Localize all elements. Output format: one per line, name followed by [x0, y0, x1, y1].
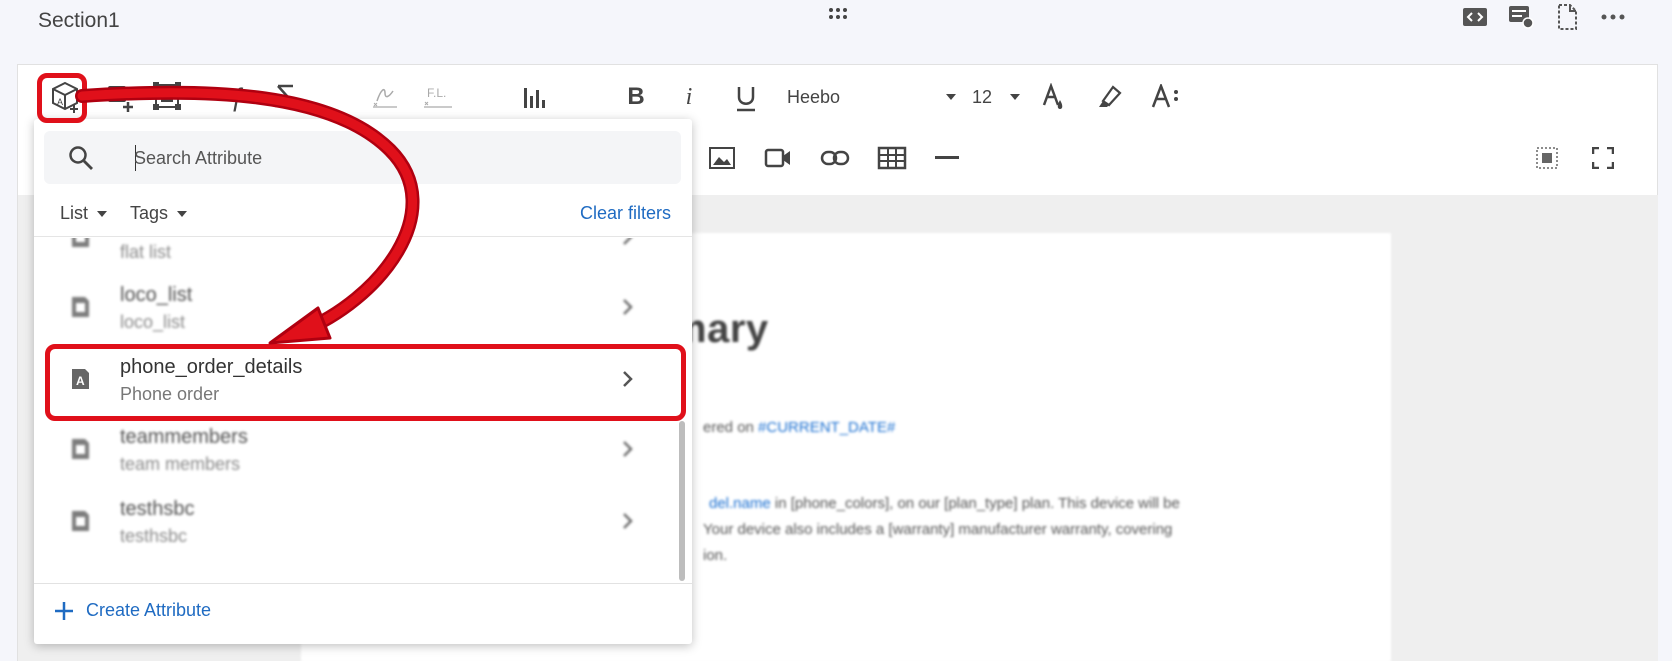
chevron-right-icon [616, 510, 638, 532]
attribute-name: loco_list [120, 284, 193, 306]
document-paragraph: del.name in [phone_colors], on our [plan… [703, 495, 1180, 564]
tags-filter-caret-icon [177, 210, 188, 217]
clear-filters-link[interactable]: Clear filters [580, 203, 671, 224]
tags-filter-label: Tags [130, 203, 169, 223]
attribute-description: team members [120, 454, 241, 474]
fullscreen-icon[interactable] [1588, 141, 1618, 175]
highlight-box-phone-order-row [45, 344, 686, 421]
data-settings-icon[interactable] [1506, 4, 1536, 30]
function-icon[interactable]: ƒ [224, 79, 250, 115]
bold-icon[interactable]: B [622, 79, 650, 115]
font-size-value: 12 [972, 86, 993, 107]
text-options-icon[interactable] [1150, 79, 1182, 115]
attribute-description: loco_list [120, 312, 186, 332]
page-break-icon[interactable] [1552, 4, 1582, 30]
list-item[interactable]: testhsbc testhsbc [34, 484, 674, 558]
list-attribute-icon [68, 508, 92, 534]
highlight-box-attribute-button [37, 73, 87, 123]
filter-bar: List Tags Clear filters [34, 193, 692, 237]
signature-icon[interactable] [370, 79, 400, 115]
attribute-name: testhsbc [120, 498, 195, 520]
list-filter-label: List [60, 203, 89, 223]
formula-icon[interactable] [274, 79, 304, 115]
attribute-name: teammembers [120, 426, 248, 448]
search-attribute-input[interactable] [134, 143, 654, 173]
plus-icon [55, 601, 73, 620]
font-family-select[interactable]: Heebo [787, 79, 887, 115]
chevron-right-icon [616, 238, 638, 248]
chart-icon[interactable] [520, 79, 550, 115]
search-box [44, 131, 681, 184]
initials-icon[interactable]: F.L. [422, 79, 454, 115]
section-actions [1460, 4, 1628, 30]
insert-image-icon[interactable] [706, 141, 738, 175]
insert-container-icon[interactable] [148, 77, 186, 115]
search-icon [68, 145, 94, 171]
font-size-caret-icon[interactable] [1008, 91, 1022, 103]
list-attribute-icon [68, 238, 92, 250]
select-all-icon[interactable] [1532, 141, 1562, 175]
italic-icon[interactable]: i [678, 79, 700, 115]
font-family-caret-icon[interactable] [944, 91, 958, 103]
text-color-icon[interactable] [1038, 79, 1068, 117]
list-filter[interactable]: List [60, 203, 108, 224]
list-item[interactable]: loco_list loco_list [34, 270, 674, 344]
horizontal-rule-icon[interactable] [932, 141, 962, 175]
current-date-token: #CURRENT_DATE# [758, 419, 896, 436]
tags-filter[interactable]: Tags [130, 203, 188, 224]
list-item[interactable]: teammembers team members [34, 412, 674, 486]
chevron-right-icon [616, 296, 638, 318]
insert-link-icon[interactable] [818, 141, 852, 175]
font-family-value: Heebo [787, 86, 841, 107]
list-filter-caret-icon [97, 210, 108, 217]
more-options-icon[interactable] [1598, 4, 1628, 30]
list-scrollbar[interactable] [679, 421, 685, 581]
insert-video-icon[interactable] [762, 141, 794, 175]
dropdown-footer: Create Attribute [34, 583, 692, 644]
attribute-description: testhsbc [120, 526, 188, 546]
document-date-line: ered on #CURRENT_DATE# [703, 419, 896, 436]
code-view-icon[interactable] [1460, 4, 1490, 30]
font-size-select[interactable]: 12 [972, 79, 1008, 115]
underline-icon[interactable] [732, 79, 760, 117]
insert-block-icon[interactable] [103, 79, 139, 115]
svg-text:F.L.: F.L. [427, 86, 446, 100]
create-attribute-button[interactable]: Create Attribute [54, 600, 211, 621]
attribute-description: flat list [120, 242, 172, 262]
list-attribute-icon [68, 436, 92, 462]
list-attribute-icon [68, 294, 92, 320]
highlight-icon[interactable] [1094, 79, 1124, 115]
section-title: Section1 [38, 9, 120, 32]
create-attribute-label: Create Attribute [86, 600, 212, 620]
model-name-token: del.name [709, 495, 771, 512]
chevron-right-icon [616, 438, 638, 460]
list-item[interactable]: flat list [34, 238, 674, 274]
insert-table-icon[interactable] [875, 141, 909, 175]
drag-handle-icon[interactable] [827, 4, 849, 24]
